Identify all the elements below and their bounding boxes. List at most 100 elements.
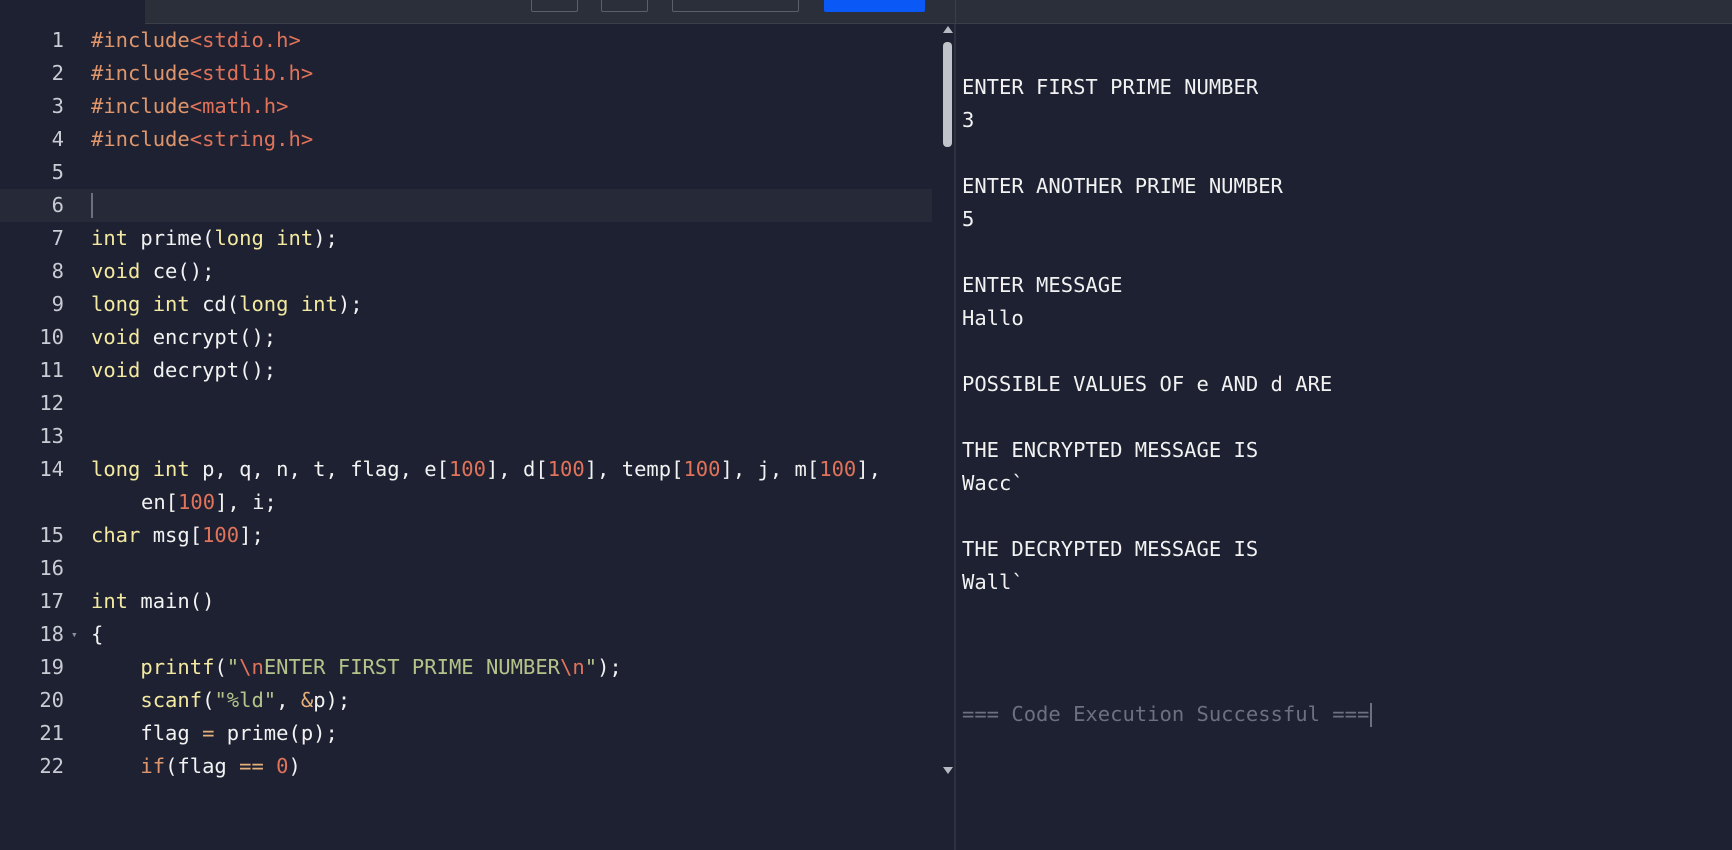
code-token: ], temp[	[584, 457, 684, 481]
code-line[interactable]: 9 long int cd(long int);	[0, 288, 932, 321]
code-token: ==	[239, 754, 264, 778]
code-token: p);	[313, 688, 351, 712]
code-line[interactable]: 16	[0, 552, 932, 585]
line-number: 21	[39, 721, 64, 745]
code-token: p, q, n, t, flag, e[	[189, 457, 449, 481]
line-number: 6	[51, 193, 64, 217]
output-line: THE DECRYPTED MESSAGE IS	[962, 537, 1259, 561]
toolbar-divider	[955, 0, 956, 24]
code-token: decrypt();	[140, 358, 277, 382]
execution-status-text: === Code Execution Successful ===	[962, 702, 1370, 726]
code-token: <stdio.h>	[189, 28, 301, 52]
online-compiler-window: 1 #include<stdio.h> 2 #include<stdlib.h> 3 #i…	[0, 0, 1732, 850]
code-token: );	[337, 292, 363, 316]
scroll-down-arrow-icon[interactable]	[943, 767, 953, 774]
code-token: void	[91, 259, 141, 283]
output-line: POSSIBLE VALUES OF e AND d ARE	[962, 372, 1333, 396]
code-token: "	[226, 655, 240, 679]
toolbar	[145, 0, 1732, 24]
code-text: int prime(long int);	[91, 222, 338, 255]
code-token: 100	[547, 457, 585, 481]
code-token: #include	[91, 94, 190, 118]
line-number: 2	[51, 61, 64, 85]
code-token: cd(	[189, 292, 240, 316]
code-token: long int	[214, 226, 314, 250]
code-token: (flag	[165, 754, 240, 778]
output-console: ENTER FIRST PRIME NUMBER 3 ENTER ANOTHER P…	[956, 24, 1732, 850]
code-token: ],	[856, 457, 881, 481]
code-line[interactable]: 22 if(flag == 0)	[0, 750, 932, 783]
code-token: 100	[683, 457, 721, 481]
code-line[interactable]: 4 #include<string.h>	[0, 123, 932, 156]
code-token: void	[91, 358, 141, 382]
code-token: ];	[239, 523, 264, 547]
toolbar-button-2[interactable]	[601, 0, 648, 12]
code-line[interactable]: 7 int prime(long int);	[0, 222, 932, 255]
code-line[interactable]: 21 flag = prime(p);	[0, 717, 932, 750]
code-line[interactable]: 8 void ce();	[0, 255, 932, 288]
code-line[interactable]: 12	[0, 387, 932, 420]
code-line[interactable]: 19 printf("\nENTER FIRST PRIME NUMBER\n"…	[0, 651, 932, 684]
code-line[interactable]: 17 int main()	[0, 585, 932, 618]
code-text: char msg[100];	[91, 519, 264, 552]
code-token: "	[584, 655, 598, 679]
code-token: main()	[128, 589, 215, 613]
code-token: long int	[91, 457, 190, 481]
code-line[interactable]: 20 scanf("%ld", &p);	[0, 684, 932, 717]
code-line[interactable]: 6	[0, 189, 932, 222]
output-line: Hallo	[962, 306, 1024, 330]
code-token: char	[91, 523, 141, 547]
line-number: 5	[51, 160, 64, 184]
code-token: #include	[91, 61, 190, 85]
code-token: long int	[239, 292, 338, 316]
code-token: ,	[276, 688, 301, 712]
run-button[interactable]	[824, 0, 925, 12]
code-line[interactable]: 13	[0, 420, 932, 453]
code-line[interactable]: 18 ▾ {	[0, 618, 932, 651]
code-line[interactable]: 3 #include<math.h>	[0, 90, 932, 123]
code-token: &	[300, 688, 314, 712]
scrollbar-thumb[interactable]	[943, 42, 952, 147]
code-token: 100	[178, 490, 216, 514]
code-text: void ce();	[91, 255, 214, 288]
line-number: 1	[51, 28, 64, 52]
code-line[interactable]: 11 void decrypt();	[0, 354, 932, 387]
code-text: scanf("%ld", &p);	[91, 684, 350, 717]
fold-chevron-down-icon[interactable]: ▾	[71, 618, 78, 651]
code-line[interactable]: 1 #include<stdio.h>	[0, 24, 932, 57]
code-line[interactable]: 5	[0, 156, 932, 189]
code-token: en[	[141, 490, 179, 514]
line-number: 3	[51, 94, 64, 118]
code-token: =	[202, 721, 215, 745]
code-line[interactable]: 14 long int p, q, n, t, flag, e[100], d[1…	[0, 453, 932, 486]
code-token: int	[91, 589, 129, 613]
code-line[interactable]: 2 #include<stdlib.h>	[0, 57, 932, 90]
language-select[interactable]	[672, 0, 799, 12]
code-editor[interactable]: 1 #include<stdio.h> 2 #include<stdlib.h> 3 #i…	[0, 24, 955, 850]
code-text: void encrypt();	[91, 321, 276, 354]
line-number: 17	[39, 589, 64, 613]
output-line: 3	[962, 108, 975, 132]
code-line[interactable]: 15 char msg[100];	[0, 519, 932, 552]
code-line[interactable]: en[100], i;	[0, 486, 932, 519]
scroll-up-arrow-icon[interactable]	[943, 26, 953, 33]
line-number: 12	[39, 391, 64, 415]
toolbar-button-1[interactable]	[531, 0, 578, 12]
code-token: \n	[239, 655, 264, 679]
code-token: (	[202, 688, 215, 712]
code-line[interactable]: 10 void encrypt();	[0, 321, 932, 354]
execution-status: === Code Execution Successful ===	[962, 698, 1373, 731]
output-line: Wacc`	[962, 471, 1024, 495]
code-text: long int cd(long int);	[91, 288, 363, 321]
code-token: if	[140, 754, 166, 778]
code-token: )	[288, 754, 301, 778]
code-token: {	[91, 622, 104, 646]
code-token: ], i;	[215, 490, 277, 514]
code-token: <stdlib.h>	[189, 61, 314, 85]
code-token: 100	[819, 457, 857, 481]
code-token: ], d[	[485, 457, 548, 481]
output-line: ENTER ANOTHER PRIME NUMBER	[962, 174, 1283, 198]
line-number: 16	[39, 556, 64, 580]
